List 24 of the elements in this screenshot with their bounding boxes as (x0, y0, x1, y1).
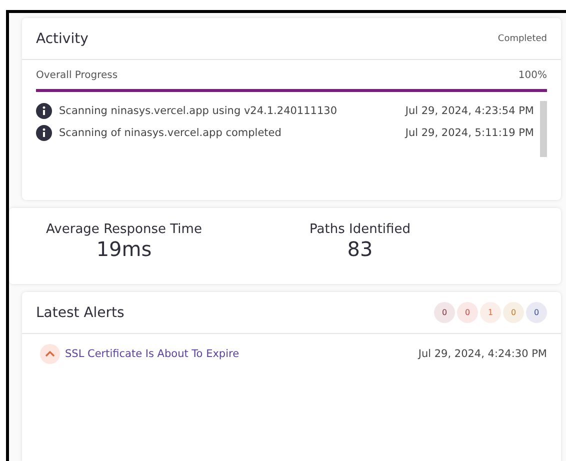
count-badge: 0 (503, 302, 524, 323)
info-icon (36, 125, 52, 141)
scrollbar[interactable] (540, 101, 547, 157)
count-badge: 0 (457, 302, 478, 323)
card-title: Activity (36, 30, 88, 46)
count-badge: 1 (480, 302, 501, 323)
progress-reading: 100% (518, 70, 547, 81)
alert-time: Jul 29, 2024, 4:24:30 PM (418, 348, 547, 360)
status-label: Completed (498, 34, 547, 44)
card-title: Latest Alerts (36, 304, 124, 320)
stat-label: Paths Identified (310, 222, 410, 237)
count-badge: 0 (526, 302, 547, 323)
progress-label: Overall Progress (36, 70, 118, 81)
event-message: Scanning ninasys.vercel.app using v24.1.240111130 (59, 105, 338, 117)
event-time: Jul 29, 2024, 4:23:54 PM (405, 105, 534, 117)
alert-link[interactable]: SSL Certificate Is About To Expire (65, 348, 418, 360)
event-message: Scanning of ninasys.vercel.app completed (59, 127, 282, 139)
stat-label: Average Response Time (46, 222, 202, 237)
event-time: Jul 29, 2024, 5:11:19 PM (405, 127, 534, 139)
chevron-up-icon[interactable] (40, 344, 60, 364)
stat-value: 19ms (96, 237, 152, 261)
count-badge: 0 (434, 302, 455, 323)
stat-value: 83 (347, 237, 373, 261)
info-icon (36, 103, 52, 119)
